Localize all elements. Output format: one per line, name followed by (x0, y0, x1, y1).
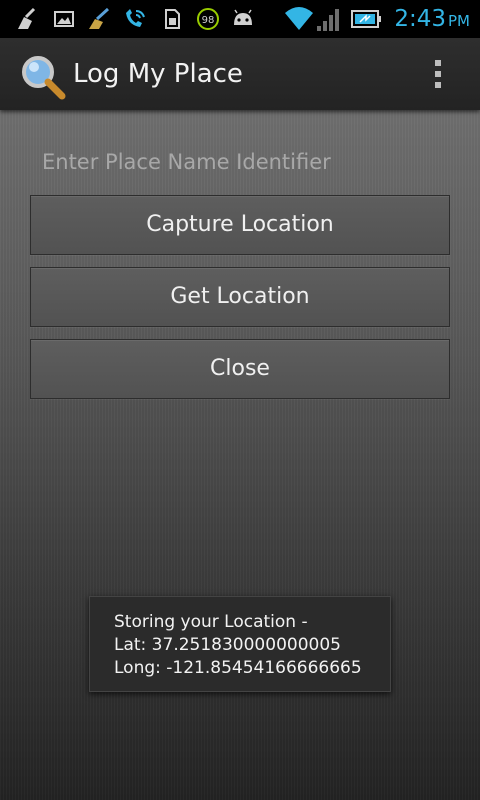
overflow-dot (435, 82, 441, 88)
signal-icon (317, 9, 339, 31)
image-icon (54, 11, 74, 27)
toast-line-title: Storing your Location - (114, 612, 308, 632)
overflow-menu-icon[interactable] (418, 56, 458, 92)
battery-percent-text: 98 (202, 15, 215, 26)
battery-percent-icon: 98 (197, 8, 219, 30)
sim-icon (165, 9, 180, 29)
cleaner-icon (89, 7, 110, 29)
overflow-dot (435, 71, 441, 77)
clock-time: 2:43 (394, 6, 446, 32)
app-title: Log My Place (73, 59, 243, 89)
close-button[interactable]: Close (30, 339, 450, 399)
android-icon (234, 9, 252, 25)
location-toast: Storing your Location - Lat: 37.25183000… (89, 596, 391, 692)
clock-ampm: PM (448, 12, 470, 30)
capture-location-button[interactable]: Capture Location (30, 195, 450, 255)
toast-line-longitude: Long: -121.85454166666665 (114, 658, 362, 678)
broom-icon (18, 7, 36, 29)
wifi-call-icon (126, 9, 145, 27)
wifi-icon (285, 7, 313, 30)
place-name-input[interactable] (30, 140, 450, 184)
magnifier-icon[interactable] (18, 52, 66, 100)
status-clock: 2:43 PM (394, 4, 470, 36)
main-content: Capture Location Get Location Close (0, 110, 480, 800)
action-bar: Log My Place (0, 38, 480, 110)
overflow-dot (435, 60, 441, 66)
get-location-button[interactable]: Get Location (30, 267, 450, 327)
toast-line-latitude: Lat: 37.251830000000005 (114, 635, 341, 655)
battery-icon (351, 10, 381, 28)
screen: 98 2:43 PM Log My Place Enter Place Name… (0, 0, 480, 800)
status-bar: 98 2:43 PM (0, 0, 480, 38)
